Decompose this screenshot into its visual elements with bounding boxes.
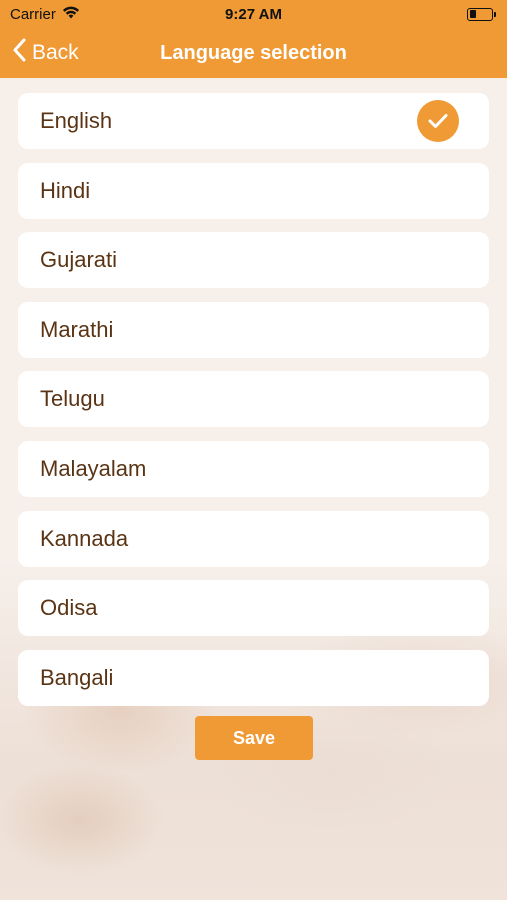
language-item-english[interactable]: English bbox=[18, 93, 489, 149]
language-label: English bbox=[40, 108, 113, 133]
language-label: Marathi bbox=[40, 316, 114, 342]
language-item-kannada[interactable]: Kannada bbox=[18, 510, 489, 567]
battery-level bbox=[469, 10, 476, 18]
carrier-label: Carrier bbox=[10, 5, 56, 23]
save-button[interactable]: Save bbox=[195, 716, 313, 760]
language-label: Telugu bbox=[40, 386, 105, 412]
language-item-bangali[interactable]: Bangali bbox=[18, 649, 489, 706]
checkmark-icon bbox=[417, 100, 459, 142]
back-label: Back bbox=[32, 41, 79, 64]
status-left: Carrier bbox=[10, 5, 80, 23]
battery-icon bbox=[467, 7, 496, 21]
status-bar: Carrier 9:27 AM bbox=[0, 0, 507, 28]
language-label: Bangali bbox=[40, 664, 114, 690]
navigation-bar: Back Language selection bbox=[0, 28, 507, 78]
language-item-telugu[interactable]: Telugu bbox=[18, 371, 489, 428]
language-label: Odisa bbox=[40, 595, 98, 621]
language-list: English Hindi Gujarati Marathi Telugu Ma… bbox=[18, 93, 489, 719]
language-label: Kannada bbox=[40, 525, 129, 551]
back-button[interactable]: Back bbox=[12, 28, 79, 78]
chevron-left-icon bbox=[12, 38, 26, 68]
language-item-gujarati[interactable]: Gujarati bbox=[18, 232, 489, 289]
language-item-odisa[interactable]: Odisa bbox=[18, 580, 489, 637]
wifi-icon bbox=[62, 5, 80, 23]
language-item-marathi[interactable]: Marathi bbox=[18, 301, 489, 358]
language-label: Hindi bbox=[40, 177, 91, 203]
language-item-malayalam[interactable]: Malayalam bbox=[18, 440, 489, 497]
language-item-hindi[interactable]: Hindi bbox=[18, 162, 489, 219]
language-label: Gujarati bbox=[40, 247, 118, 273]
language-label: Malayalam bbox=[40, 455, 147, 481]
